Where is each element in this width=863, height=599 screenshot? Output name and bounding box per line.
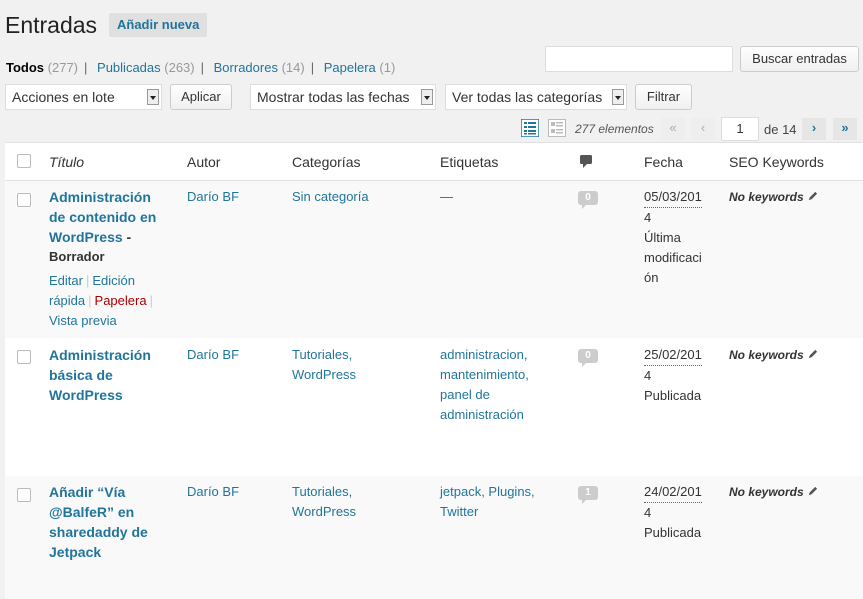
table-header: Título Autor Categorías Etiquetas Fecha …: [5, 143, 863, 181]
chevron-down-icon: [147, 89, 159, 105]
table-row: Añadir “Vía @BalfeR” en sharedaddy de Je…: [5, 476, 863, 599]
excerpt-view-icon[interactable]: [548, 119, 566, 137]
table-row: Administración de contenido en WordPress…: [5, 181, 863, 338]
row-checkbox[interactable]: [17, 193, 31, 207]
items-count: 277 elementos: [575, 122, 654, 136]
dates-filter-select[interactable]: Mostrar todas las fechas: [250, 84, 436, 110]
quick-edit-link[interactable]: rápida: [49, 293, 85, 308]
posts-table: Título Autor Categorías Etiquetas Fecha …: [5, 142, 863, 599]
column-tags: Etiquetas: [440, 154, 499, 170]
select-all-checkbox[interactable]: [17, 154, 31, 168]
post-date: 25/02/201 4 Publicada: [644, 347, 702, 403]
view-all[interactable]: Todos (277): [6, 60, 78, 75]
tag-links[interactable]: jetpack, Plugins, Twitter: [440, 482, 535, 522]
seo-keywords: No keywords: [729, 345, 818, 365]
post-status-views: Todos (277) | Publicadas (263) | Borradore…: [6, 60, 396, 75]
pencil-icon[interactable]: [807, 349, 818, 360]
comment-count-badge[interactable]: 0: [578, 349, 598, 367]
next-page-button[interactable]: ›: [802, 118, 826, 140]
post-title-link[interactable]: Administración de contenido en WordPress…: [49, 187, 174, 247]
author-link[interactable]: Darío BF: [187, 345, 239, 365]
category-links[interactable]: Tutoriales, WordPress: [292, 345, 356, 385]
post-title-cell: Administración básica de WordPress: [49, 345, 174, 405]
row-checkbox[interactable]: [17, 350, 31, 364]
row-actions: Editar | Edición rápida | Papelera | Vista pr…: [49, 273, 153, 328]
add-new-button[interactable]: Añadir nueva: [109, 13, 208, 37]
seo-keywords: No keywords: [729, 482, 818, 502]
first-page-button[interactable]: «: [661, 118, 685, 140]
preview-link[interactable]: Vista previa: [49, 313, 117, 328]
post-date: 24/02/201 4 Publicada: [644, 484, 702, 540]
current-page-input[interactable]: 1: [721, 117, 759, 141]
filter-button[interactable]: Filtrar: [635, 84, 692, 110]
column-title[interactable]: Título: [49, 154, 84, 170]
column-categories: Categorías: [292, 154, 361, 170]
chevron-down-icon: [612, 89, 624, 105]
categories-filter-select[interactable]: Ver todas las categorías: [445, 84, 627, 110]
last-page-button[interactable]: »: [833, 118, 857, 140]
comment-count-badge[interactable]: 1: [578, 486, 598, 504]
post-title-link[interactable]: Administración básica de WordPress: [49, 345, 174, 405]
post-title-cell: Administración de contenido en WordPress…: [49, 187, 174, 331]
column-date[interactable]: Fecha: [644, 154, 683, 170]
edit-link[interactable]: Editar: [49, 273, 83, 288]
list-view-icon[interactable]: [521, 119, 539, 137]
category-link[interactable]: Sin categoría: [292, 187, 369, 207]
author-link[interactable]: Darío BF: [187, 482, 239, 502]
search-input[interactable]: [545, 46, 733, 72]
column-author: Autor: [187, 154, 221, 170]
row-checkbox[interactable]: [17, 488, 31, 502]
view-drafts[interactable]: Borradores (14): [214, 60, 305, 75]
tag-links[interactable]: administracion, mantenimiento, panel de …: [440, 345, 529, 425]
author-link[interactable]: Darío BF: [187, 187, 239, 207]
view-published[interactable]: Publicadas (263): [97, 60, 195, 75]
bulk-actions-select[interactable]: Acciones en lote: [5, 84, 162, 110]
prev-page-button[interactable]: ‹: [691, 118, 715, 140]
table-row: Administración básica de WordPress Darío…: [5, 338, 863, 476]
seo-keywords: No keywords: [729, 187, 818, 207]
post-title-link[interactable]: Añadir “Vía @BalfeR” en sharedaddy de Je…: [49, 482, 174, 562]
apply-button[interactable]: Aplicar: [170, 84, 232, 110]
chevron-down-icon: [421, 89, 433, 105]
post-title-cell: Añadir “Vía @BalfeR” en sharedaddy de Je…: [49, 482, 174, 562]
search-posts-button[interactable]: Buscar entradas: [740, 46, 859, 72]
tags-empty: —: [440, 189, 453, 204]
comment-bubble-icon[interactable]: [578, 153, 594, 169]
pencil-icon[interactable]: [807, 486, 818, 497]
comment-count-badge[interactable]: 0: [578, 191, 598, 209]
column-seo-keywords: SEO Keywords: [729, 154, 824, 170]
category-links[interactable]: Tutoriales, WordPress: [292, 482, 356, 522]
post-date: 05/03/201 4 Última modificaci ón: [644, 189, 702, 285]
trash-link[interactable]: Papelera: [95, 293, 147, 308]
view-trash[interactable]: Papelera (1): [324, 60, 396, 75]
total-pages: de 14: [764, 122, 797, 137]
quick-edit-link[interactable]: Edición: [92, 273, 135, 288]
post-state: Borrador: [49, 249, 105, 264]
pencil-icon[interactable]: [807, 191, 818, 202]
page-title: Entradas: [5, 12, 98, 38]
